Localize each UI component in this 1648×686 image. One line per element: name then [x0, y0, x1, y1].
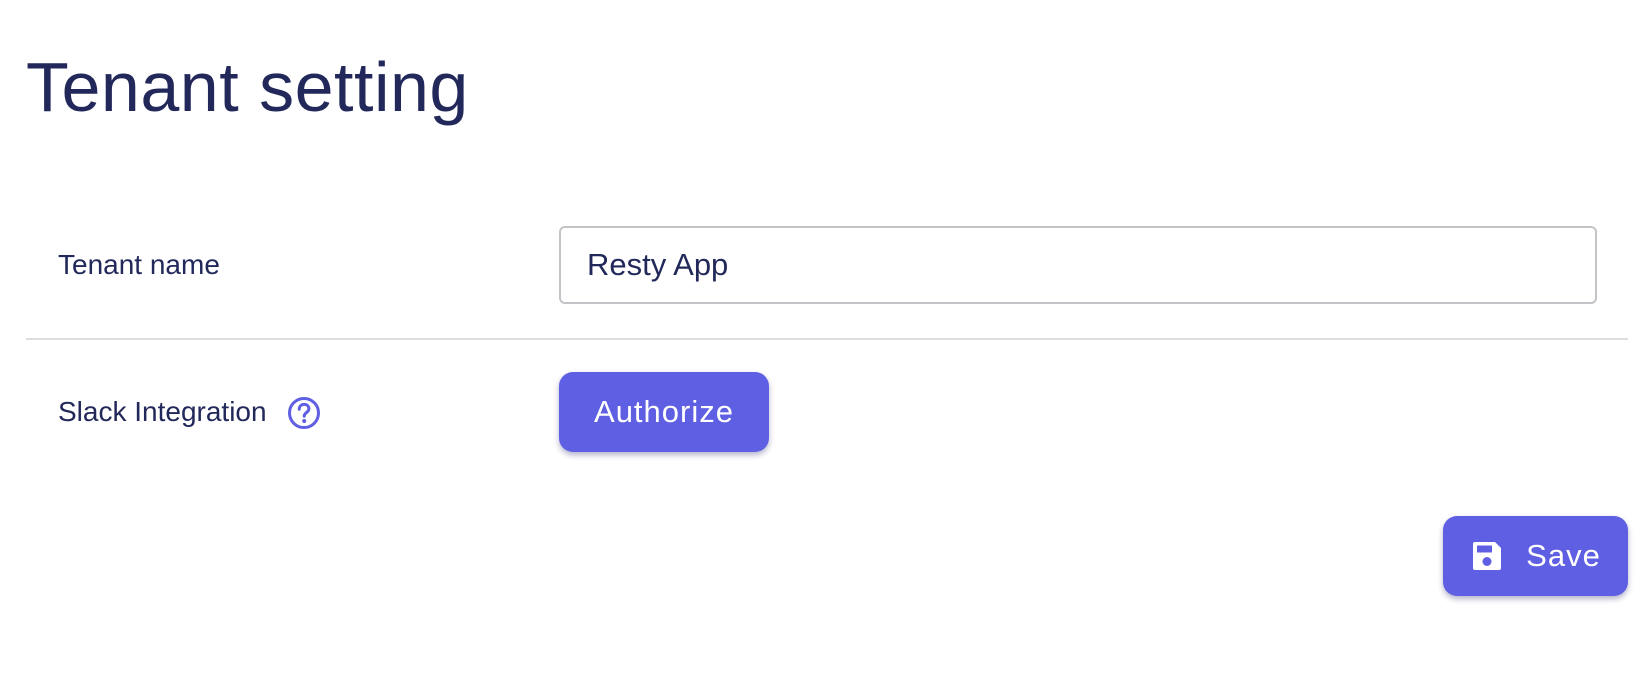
- tenant-name-label: Tenant name: [58, 248, 220, 282]
- tenant-name-label-text: Tenant name: [58, 249, 220, 280]
- floppy-disk-icon: [1470, 539, 1504, 573]
- slack-integration-label-text: Slack Integration: [58, 396, 267, 427]
- tenant-settings-page: Tenant setting Tenant name Slack Integra…: [0, 0, 1648, 686]
- help-circle-icon[interactable]: [287, 396, 321, 430]
- section-divider: [26, 338, 1628, 340]
- tenant-name-input[interactable]: [559, 226, 1597, 304]
- authorize-button[interactable]: Authorize: [559, 372, 769, 452]
- save-button[interactable]: Save: [1443, 516, 1628, 596]
- slack-integration-label: Slack Integration: [58, 394, 321, 430]
- page-title: Tenant setting: [26, 48, 469, 126]
- save-button-label: Save: [1526, 538, 1601, 573]
